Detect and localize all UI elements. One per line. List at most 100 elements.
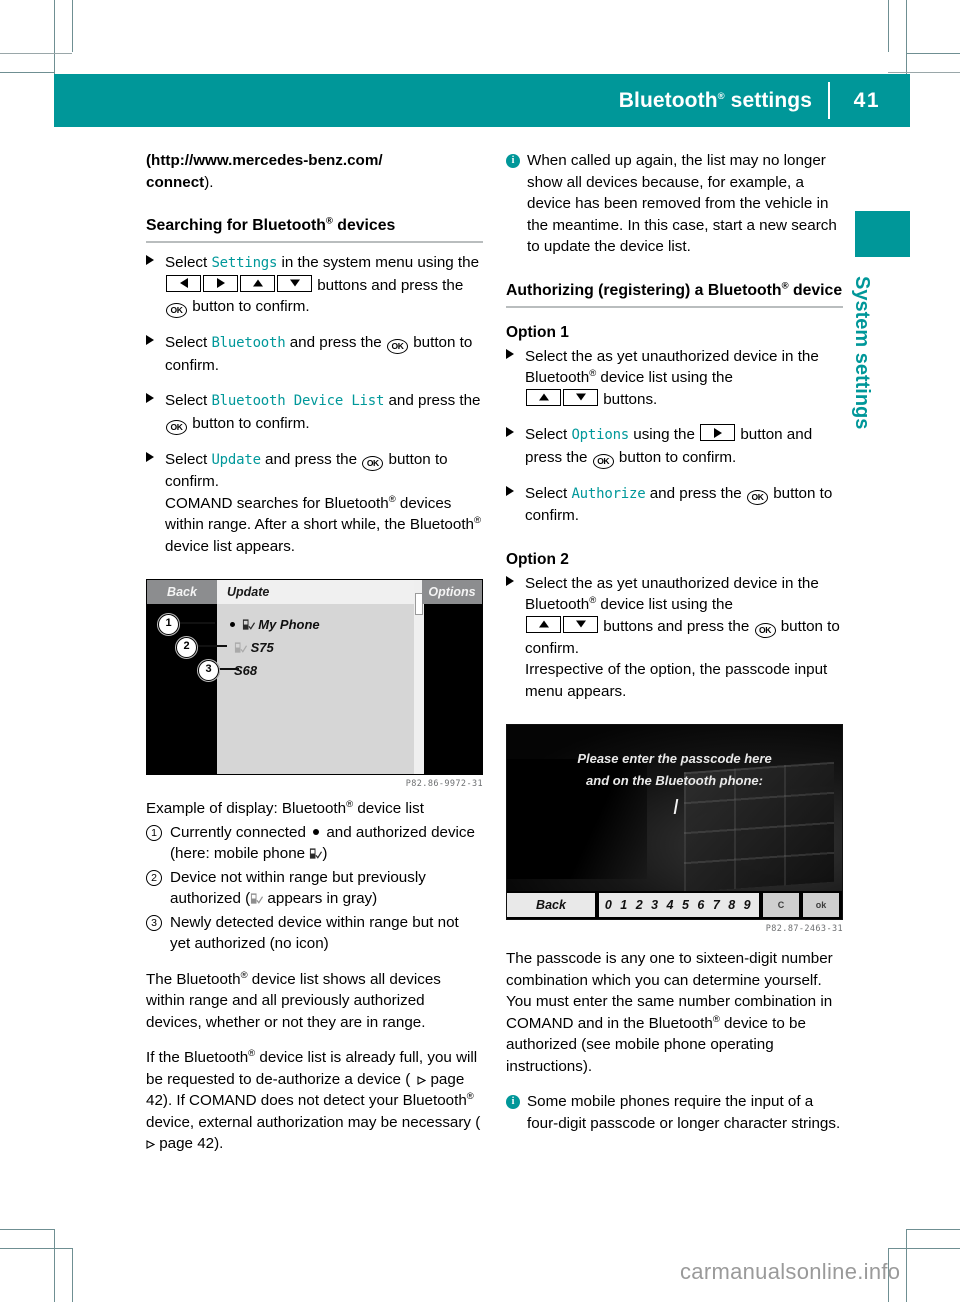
manual-page: Bluetooth® settings 41 System settings (… [0,0,960,1302]
step-bullet-icon [146,393,154,403]
passcode-digit-row[interactable]: 0 1 2 3 4 5 6 7 8 9 [599,893,759,917]
registered-mark-icon: ® [325,215,333,227]
up-arrow-key-icon [526,615,561,633]
screen-list-panel: My Phone S75 S68 [217,604,414,774]
step-select-bluetooth: Select Bluetooth and press the OK button… [146,332,483,376]
crop-mark-tl-v2 [72,0,73,52]
step-opt1-select-options: Select Options using the button and pres… [506,424,843,469]
step-select-device-list: Select Bluetooth Device List and press t… [146,390,483,435]
down-arrow-key-icon [563,388,598,406]
step-bullet-icon [506,485,514,496]
registered-mark-icon: ® [781,280,789,292]
heading-searching-devices: Searching for Bluetooth® devices [146,215,483,243]
menu-item-bluetooth: Bluetooth [211,335,286,351]
paragraph-passcode-rules: The passcode is any one to sixteen-digit… [506,950,833,1075]
registered-mark-icon: ® [240,969,248,981]
step-bullet-icon [146,335,154,345]
down-arrow-key-icon [277,274,312,292]
header-divider [828,82,830,119]
step-bullet-icon [506,427,514,437]
step-opt1-select-device: Select the as yet unauthorized device in… [506,346,843,411]
callout-number-icon: 1 [146,824,162,841]
section-tab-label: System settings [851,276,873,430]
screen-scrollbar[interactable] [414,580,424,774]
info-icon: i [506,154,520,168]
step-bullet-icon [506,575,514,586]
paragraph-device-list-scope: The Bluetooth® device list shows all dev… [146,969,441,1031]
left-arrow-key-icon [166,274,201,292]
callout-marker-3: 3 [197,659,220,682]
screen-back-button[interactable]: Back [147,580,217,604]
ok-key-icon: OK [362,455,384,471]
step-bullet-icon [506,348,514,359]
screen-options-button[interactable]: Options [422,580,482,604]
right-arrow-key-icon [700,424,736,441]
device-row-3: S68 [234,663,258,678]
crop-mark-bl-h2 [0,1248,72,1249]
up-arrow-key-icon [526,388,561,406]
ok-key-icon: OK [592,453,614,469]
ok-key-icon: OK [746,489,768,505]
crop-mark-tl-h1 [0,53,72,54]
menu-item-update: Update [211,451,261,468]
menu-item-options: Options [571,427,630,443]
intro-url: (http://www.mercedes-benz.com/ [146,152,383,169]
screen-right-panel [422,604,482,774]
passcode-prompt-line-1: Please enter the passcode here [577,751,772,766]
callout-number-icon: 3 [146,914,162,931]
figure-passcode-entry: Please enter the passcode here and on th… [506,724,843,934]
cross-reference-icon [417,1075,427,1085]
callout-desc-3: 3 Newly detected device within range but… [146,912,483,955]
crop-mark-tr-h2 [888,72,960,73]
page-title: Bluetooth® settings [618,88,812,112]
step-bullet-icon [146,451,154,462]
registered-mark-icon: ® [712,1013,720,1025]
comand-passcode-screen: Please enter the passcode here and on th… [506,724,843,920]
info-icon: i [506,1095,520,1109]
ok-key-icon: OK [166,419,187,435]
step-select-update: Select Update and press the OK button to… [146,449,483,558]
cross-reference-icon [146,1140,156,1149]
device-row-1: My Phone [227,614,320,636]
ok-key-icon: OK [386,339,408,354]
device-row-2: S75 [234,637,274,659]
figure-code-2: P82.87-2463-31 [765,924,843,934]
screen-top-bar: Back Update Options [147,580,482,604]
crop-mark-tl-h2 [0,72,54,73]
ok-key-icon: OK [754,622,776,638]
callout-number-icon: 2 [146,869,162,886]
phone-unavailable-icon [251,893,264,904]
ok-key-icon: OK [166,303,187,318]
crop-mark-tr-h1 [906,53,960,54]
passcode-bottom-bar: Back 0 1 2 3 4 5 6 7 8 9 C ok [507,891,842,919]
connected-dot-icon [230,622,235,627]
figure-code-1: P82.86-9972-31 [405,779,483,789]
registered-mark-icon: ® [388,493,396,505]
info-note-list-refresh: i When called up again, the list may no … [506,150,843,258]
passcode-delete-button[interactable]: C [763,893,799,917]
crop-mark-br-h1 [906,1229,960,1230]
paragraph-list-full: If the Bluetooth® device list is already… [146,1047,481,1152]
intro-url-2: connect [146,173,205,191]
left-column: (http://www.mercedes-benz.com/ connect).… [146,150,483,1155]
right-arrow-key-icon [203,274,238,292]
info-note-passcode-length: i Some mobile phones require the input o… [506,1091,843,1134]
phone-unavailable-icon [234,642,247,653]
crop-mark-bl-v1 [54,1229,55,1302]
comand-device-list-screen: My Phone S75 S68 Back Update Options 1 2… [146,579,483,775]
screen-update-button[interactable]: Update [217,580,414,604]
step-opt1-select-authorize: Select Authorize and press the OK button… [506,483,843,527]
phone-authorized-icon [310,848,323,859]
crop-mark-bl-v2 [72,1248,73,1302]
callout-marker-1: 1 [157,613,180,636]
menu-item-authorize: Authorize [571,485,646,502]
page-header-bar: Bluetooth® settings 41 [54,74,910,127]
callout-desc-2: 2 Device not within range but previously… [146,867,483,910]
crop-mark-bl-h1 [0,1229,54,1230]
callout-desc-1: 1 Currently connected and authorized dev… [146,822,483,865]
heading-authorizing-device: Authorizing (registering) a Bluetooth® d… [506,280,843,308]
step-select-settings: Select Settings in the system menu using… [146,252,483,318]
passcode-ok-button[interactable]: ok [803,893,839,917]
crop-mark-tr-v1 [888,0,889,52]
passcode-back-button[interactable]: Back [507,893,595,917]
